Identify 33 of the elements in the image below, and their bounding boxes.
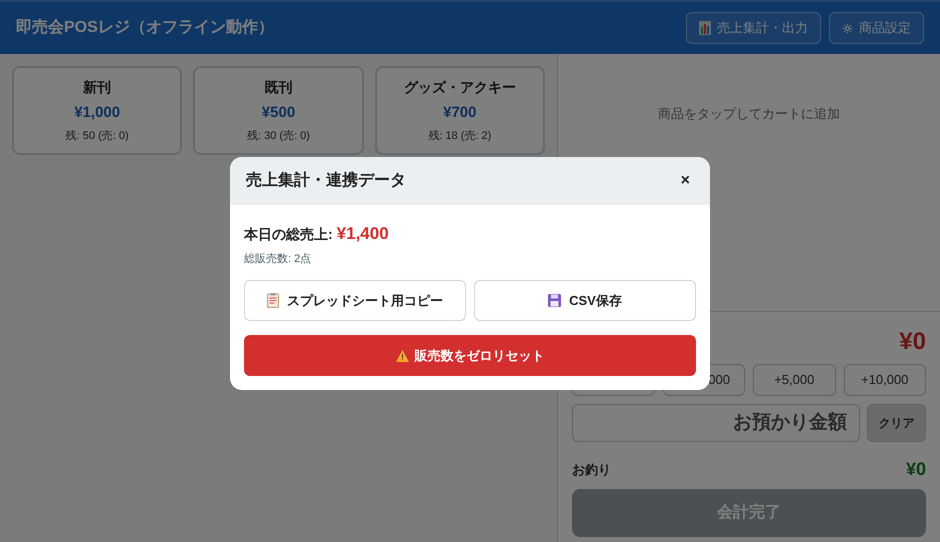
product-card[interactable]: 新刊 ¥1,000 残: 50 (売: 0) (12, 66, 182, 155)
quick-amount-button[interactable]: +5,000 (753, 364, 836, 396)
clipboard-icon (267, 293, 279, 308)
bar-chart-icon (699, 21, 711, 35)
empty-cart-message: 商品をタップしてカートに追加 (658, 105, 840, 123)
gear-icon (842, 22, 853, 34)
product-stock: 残: 30 (売: 0) (247, 129, 310, 144)
total-amount: ¥0 (899, 327, 926, 357)
product-name: 既刊 (264, 78, 292, 96)
app-title: 即売会POSレジ（オフライン動作） (16, 18, 274, 38)
items-sold-count: 総販売数: 2点 (244, 252, 312, 266)
total-sales-label: 本日の総売上: (244, 225, 333, 244)
change-label: お釣り (572, 460, 611, 479)
reset-button[interactable]: 販売数をゼロリセット (244, 335, 696, 376)
export-button[interactable]: CSV保存 (474, 280, 696, 321)
product-price: ¥700 (443, 102, 476, 122)
product-card[interactable]: グッズ・アクキー ¥700 残: 18 (売: 2) (374, 66, 545, 155)
product-stock: 残: 18 (売: 2) (428, 129, 492, 144)
export-button[interactable]: スプレッドシート用コピー (244, 280, 466, 321)
tendered-amount-field[interactable]: お預かり金額 (572, 404, 860, 442)
clear-button[interactable]: クリア (867, 404, 926, 442)
warning-icon (396, 350, 408, 362)
quick-amount-button[interactable]: +10,000 (844, 364, 926, 396)
product-name: 新刊 (83, 78, 112, 96)
close-button[interactable]: × (676, 169, 694, 193)
change-amount: ¥0 (906, 458, 926, 481)
product-name: グッズ・アクキー (404, 78, 516, 96)
product-price: ¥1,000 (74, 102, 120, 122)
product-card[interactable]: 既刊 ¥500 残: 30 (売: 0) (193, 66, 364, 155)
total-sales-amount: ¥1,400 (336, 223, 389, 245)
modal-title: 売上集計・連携データ (246, 170, 406, 191)
product-price: ¥500 (262, 102, 296, 122)
product-stock: 残: 50 (売: 0) (66, 129, 129, 144)
